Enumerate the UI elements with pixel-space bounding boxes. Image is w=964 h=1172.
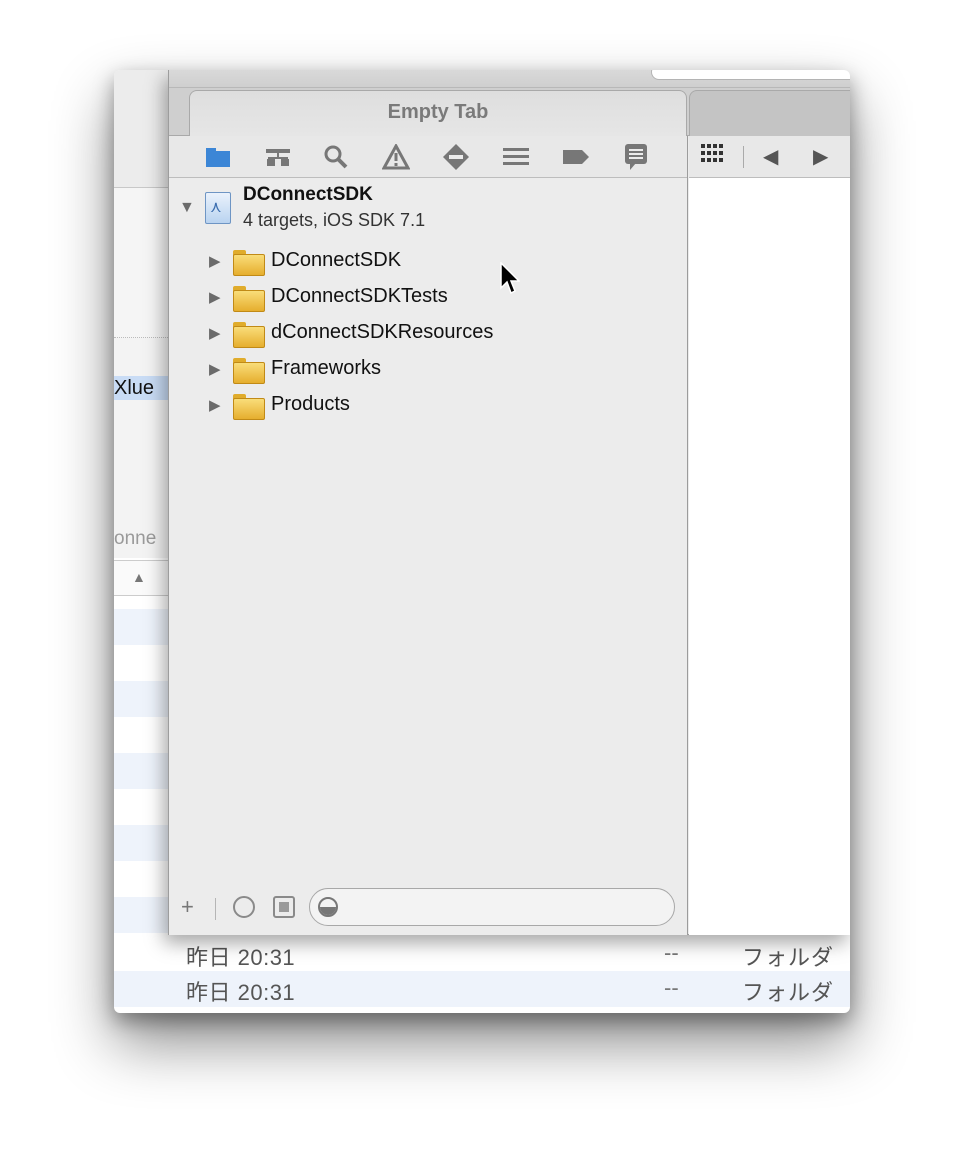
group-label: Frameworks: [271, 357, 382, 379]
breakpoint-diamond-icon[interactable]: [441, 142, 471, 172]
row-date: 昨日 20:31: [186, 980, 296, 1005]
navigator-selector-bar: [169, 136, 687, 178]
folder-icon[interactable]: [203, 142, 233, 172]
disclosure-closed-icon[interactable]: ▶: [209, 360, 221, 378]
warning-icon[interactable]: [381, 142, 411, 172]
tab-inactive[interactable]: [689, 90, 850, 136]
group-label: Products: [271, 393, 350, 415]
scm-status-icon[interactable]: [273, 896, 295, 918]
editor-area: ◀ ▶: [689, 136, 850, 935]
row-date: 昨日 20:31: [186, 945, 296, 970]
divider: [743, 146, 744, 168]
divider: [215, 898, 216, 920]
tag-icon[interactable]: [561, 142, 591, 172]
xcode-window: Empty Tab ▼ ⋏ DConnectSDK 4 targets, iOS…: [168, 70, 850, 935]
row-size: --: [664, 940, 679, 965]
row-kind: フォルダ: [742, 945, 835, 970]
back-arrow-icon[interactable]: ◀: [763, 144, 778, 169]
finder-toolbar-fragment: [114, 70, 168, 188]
list-item[interactable]: ▶ dConnectSDKResources: [169, 318, 687, 354]
disclosure-closed-icon[interactable]: ▶: [209, 324, 221, 342]
list-item[interactable]: ▶ DConnectSDK: [169, 246, 687, 282]
tab-bar: Empty Tab: [169, 88, 850, 136]
project-navigator: ▼ ⋏ DConnectSDK 4 targets, iOS SDK 7.1 ▶…: [169, 136, 688, 935]
group-label: dConnectSDKResources: [271, 321, 494, 343]
folder-icon: [233, 322, 265, 348]
disclosure-closed-icon[interactable]: ▶: [209, 252, 221, 270]
folder-icon: [233, 358, 265, 384]
finder-column-header[interactable]: ▲: [114, 560, 168, 596]
folder-icon: [233, 286, 265, 312]
magnifier-icon[interactable]: [321, 142, 351, 172]
disclosure-closed-icon[interactable]: ▶: [209, 396, 221, 414]
jump-bar: ◀ ▶: [689, 136, 850, 178]
debug-list-icon[interactable]: [501, 142, 531, 172]
hierarchy-icon[interactable]: [263, 142, 293, 172]
finder-panel-fragment: [114, 338, 168, 558]
finder-popup-button[interactable]: Xlue: [114, 376, 168, 400]
project-subtitle: 4 targets, iOS SDK 7.1: [243, 210, 426, 230]
disclosure-open-icon[interactable]: ▼: [179, 199, 195, 217]
recent-files-icon[interactable]: [233, 896, 255, 918]
tab-empty[interactable]: Empty Tab: [189, 90, 687, 136]
sort-ascending-icon: ▲: [132, 569, 146, 585]
mouse-pointer-icon: [500, 262, 520, 295]
group-label: DConnectSDK: [271, 249, 402, 271]
screenshot: Xlue onne ▲ 昨日 20:31 -- フォルダ 昨日 20:31 --…: [114, 70, 850, 1013]
finder-panel-upper: [114, 188, 168, 338]
filter-input[interactable]: [309, 888, 675, 926]
navigator-footer: +: [169, 886, 687, 934]
forward-arrow-icon[interactable]: ▶: [813, 144, 828, 169]
toolbar: [169, 70, 850, 88]
filter-icon: [318, 897, 338, 917]
list-item[interactable]: ▶ Products: [169, 390, 687, 426]
list-item[interactable]: ▶ DConnectSDKTests: [169, 282, 687, 318]
log-bubble-icon[interactable]: [621, 142, 651, 172]
list-item[interactable]: ▶ Frameworks: [169, 354, 687, 390]
activity-field: [651, 70, 850, 80]
table-row[interactable]: 昨日 20:31 -- フォルダ: [114, 936, 850, 972]
finder-column-fragment: onne: [114, 528, 157, 549]
related-items-icon[interactable]: [701, 144, 723, 168]
group-label: DConnectSDKTests: [271, 285, 448, 307]
project-row[interactable]: ▼ ⋏ DConnectSDK 4 targets, iOS SDK 7.1: [169, 184, 687, 236]
disclosure-closed-icon[interactable]: ▶: [209, 288, 221, 306]
add-icon[interactable]: +: [181, 894, 194, 920]
project-name: DConnectSDK: [243, 184, 373, 205]
row-kind: フォルダ: [742, 980, 835, 1005]
row-size: --: [664, 975, 679, 1000]
folder-icon: [233, 394, 265, 420]
table-row[interactable]: 昨日 20:31 -- フォルダ: [114, 971, 850, 1007]
tab-label: Empty Tab: [387, 101, 489, 123]
folder-icon: [233, 250, 265, 276]
xcode-project-icon: ⋏: [205, 192, 231, 224]
